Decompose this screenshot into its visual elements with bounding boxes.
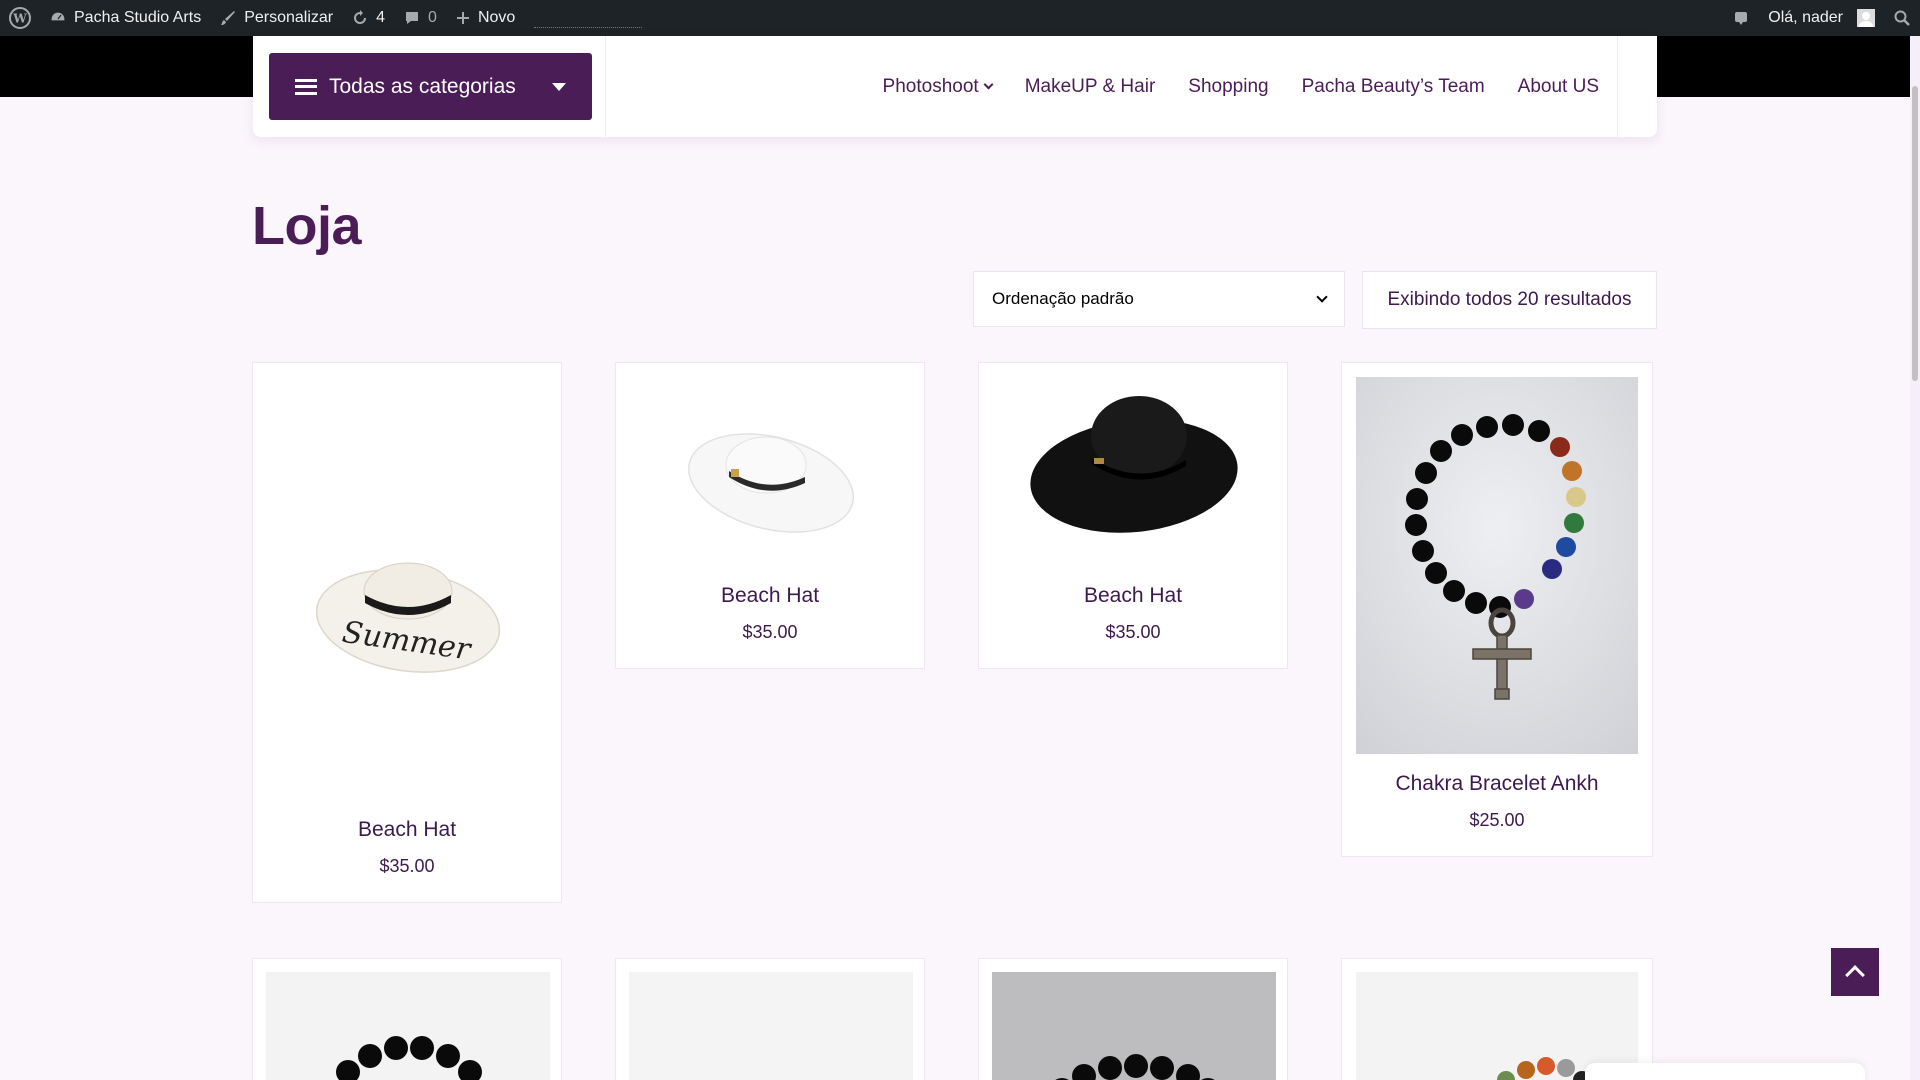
product-title[interactable]: Beach Hat xyxy=(616,584,924,608)
updates-icon xyxy=(354,10,367,24)
notification-icon[interactable] xyxy=(1723,0,1759,36)
admin-site-name[interactable]: Pacha Studio Arts xyxy=(40,0,210,36)
comment-icon xyxy=(406,12,419,24)
greeting-label: Olá, nader xyxy=(1768,9,1843,26)
admin-comments[interactable]: 0 xyxy=(394,0,446,36)
product-price: $35.00 xyxy=(1105,622,1161,642)
product-image[interactable] xyxy=(629,972,913,1080)
site-name-label: Pacha Studio Arts xyxy=(74,9,202,26)
product-image[interactable] xyxy=(1356,377,1638,754)
chat-widget[interactable] xyxy=(1585,1063,1865,1080)
brush-icon xyxy=(221,11,236,25)
back-to-top-button[interactable] xyxy=(1831,948,1879,996)
product-title[interactable]: Beach Hat xyxy=(979,584,1287,608)
svg-text:W: W xyxy=(12,12,27,26)
nav-item-photoshoot[interactable]: Photoshoot xyxy=(882,75,994,98)
product-image[interactable] xyxy=(266,972,550,1080)
customize-label: Personalizar xyxy=(244,9,334,26)
all-categories-label: Todas as categorias xyxy=(329,74,516,98)
nav-item-team[interactable]: Pacha Beauty’s Team xyxy=(1302,76,1485,98)
admin-account[interactable]: Olá, nader xyxy=(1759,0,1884,36)
nav-item-shopping[interactable]: Shopping xyxy=(1188,76,1268,98)
avatar xyxy=(1857,9,1875,27)
menu-icon xyxy=(295,78,317,95)
main-navigation: Photoshoot MakeUP & Hair Shopping Pacha … xyxy=(883,36,1599,137)
scrollbar-thumb[interactable] xyxy=(1912,86,1918,381)
product-card[interactable]: Chakra Bracelet Ankh $25.00 xyxy=(1341,362,1653,857)
product-card[interactable]: Beach Hat $35.00 xyxy=(978,362,1288,669)
nav-item-makeup-hair[interactable]: MakeUP & Hair xyxy=(1025,76,1156,98)
page-scrollbar[interactable] xyxy=(1910,36,1920,1080)
admin-bar-placeholder xyxy=(534,26,643,28)
caret-down-icon xyxy=(552,82,566,91)
product-image[interactable] xyxy=(1024,388,1244,538)
nav-item-label: Photoshoot xyxy=(882,75,979,97)
orderby-selected-value: Ordenação padrão xyxy=(992,289,1134,308)
chevron-down-icon xyxy=(1316,290,1328,303)
admin-new[interactable]: Novo xyxy=(446,0,524,36)
product-image[interactable] xyxy=(671,413,871,543)
product-card[interactable]: Summer Beach Hat $35.00 xyxy=(252,362,562,903)
result-count: Exibindo todos 20 resultados xyxy=(1362,271,1657,329)
admin-search-icon[interactable] xyxy=(1884,0,1920,36)
product-price: $25.00 xyxy=(1469,810,1525,830)
product-card[interactable]: Beach Hat $35.00 xyxy=(615,362,925,669)
comments-count: 0 xyxy=(428,9,437,26)
product-image[interactable] xyxy=(992,972,1276,1080)
nav-item-label: Shopping xyxy=(1188,75,1269,97)
admin-updates[interactable]: 4 xyxy=(342,0,394,36)
site-header: Todas as categorias Photoshoot MakeUP & … xyxy=(253,36,1657,137)
product-image[interactable]: Summer xyxy=(308,543,508,683)
nav-item-about-us[interactable]: About US xyxy=(1518,76,1599,98)
product-card[interactable] xyxy=(978,958,1288,1080)
product-title[interactable]: Beach Hat xyxy=(253,818,561,842)
nav-item-label: Pacha Beauty’s Team xyxy=(1301,75,1485,97)
header-divider xyxy=(1617,36,1618,137)
product-card[interactable] xyxy=(615,958,925,1080)
product-price: $35.00 xyxy=(379,856,435,876)
dashboard-icon xyxy=(50,11,66,22)
product-card[interactable] xyxy=(1341,958,1653,1080)
page-title: Loja xyxy=(252,196,362,256)
plus-icon xyxy=(456,12,469,24)
new-label: Novo xyxy=(477,9,516,26)
orderby-select[interactable]: Ordenação padrão xyxy=(973,271,1345,327)
all-categories-button[interactable]: Todas as categorias xyxy=(269,53,592,120)
product-price: $35.00 xyxy=(742,622,798,642)
header-divider xyxy=(605,36,606,137)
wordpress-logo-icon[interactable]: W xyxy=(0,0,40,36)
chevron-up-icon xyxy=(1845,965,1865,985)
admin-customize[interactable]: Personalizar xyxy=(210,0,342,36)
nav-item-label: About US xyxy=(1517,75,1599,97)
updates-count: 4 xyxy=(376,9,386,26)
product-title[interactable]: Chakra Bracelet Ankh xyxy=(1342,772,1652,796)
nav-item-label: MakeUP & Hair xyxy=(1024,75,1156,97)
chevron-down-icon xyxy=(983,79,994,90)
wp-admin-bar: W Pacha Studio Arts Personalizar 4 0 Nov… xyxy=(0,0,1920,36)
product-card[interactable] xyxy=(252,958,562,1080)
